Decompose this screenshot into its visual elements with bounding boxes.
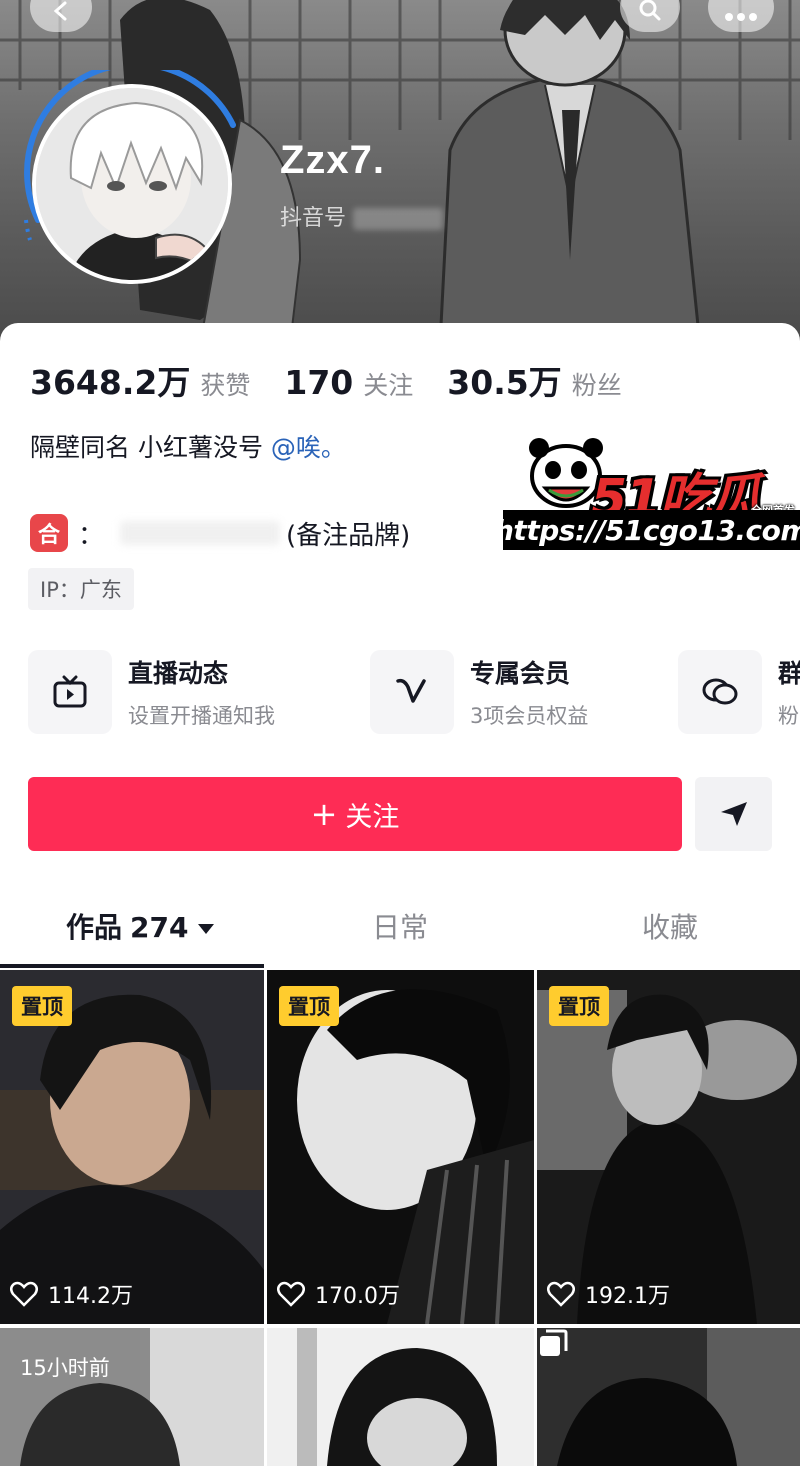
bio-mention-link[interactable]: @唉。 [271, 433, 346, 462]
feature-group[interactable]: 群 粉 [678, 650, 800, 734]
video-thumbnail[interactable]: 置顶 192.1万 [537, 970, 800, 1324]
feature-title: 群 [778, 659, 800, 688]
video-thumbnail[interactable] [537, 1328, 800, 1466]
tab-label: 收藏 [642, 911, 699, 944]
feature-icon-box [678, 650, 762, 734]
video-thumbnail[interactable]: 置顶 170.0万 [267, 970, 534, 1324]
likes-count: 170.0万 [315, 1284, 400, 1309]
bio-text: 隔壁同名 小红薯没号 [30, 433, 271, 462]
feature-icon-box [28, 650, 112, 734]
brand-note: (备注品牌) [286, 520, 411, 551]
plus-icon: + [310, 795, 338, 833]
send-icon [720, 802, 747, 826]
video-cover [0, 1328, 264, 1466]
douyin-id-redacted [353, 208, 444, 230]
feature-subtitle: 设置开播通知我 [128, 704, 275, 728]
caret-down-icon [198, 924, 215, 934]
v-member-icon [396, 678, 426, 703]
video-likes: 170.0万 [277, 1278, 400, 1310]
video-grid: 置顶 114.2万 置顶 170.0万 置顶 192.1万 15小时前 [0, 970, 800, 1466]
following-count[interactable]: 170 [284, 363, 353, 402]
share-button[interactable] [695, 777, 772, 851]
search-icon [639, 0, 661, 21]
video-likes: 192.1万 [547, 1278, 670, 1310]
tab-indicator [0, 964, 264, 968]
tab-label: 作品 [66, 911, 123, 944]
brand-cooperation-icon: 合 [30, 514, 68, 552]
avatar-image [36, 88, 228, 280]
following-label[interactable]: 关注 [363, 366, 413, 402]
ip-location-tag: IP：广东 [28, 568, 134, 610]
features-row: 直播动态 设置开播通知我 专属会员 3项会员权益 群 粉 [28, 650, 800, 740]
video-thumbnail[interactable] [267, 1328, 534, 1466]
video-cover [537, 1328, 800, 1466]
feature-title: 专属会员 [470, 659, 571, 688]
brand-colon: ： [78, 520, 105, 551]
douyin-id[interactable]: 抖音号 [280, 200, 444, 232]
feature-membership[interactable]: 专属会员 3项会员权益 [370, 650, 588, 734]
nickname: Zzx7. [280, 138, 386, 182]
more-dots-icon [725, 13, 757, 21]
douyin-id-label: 抖音号 [280, 206, 347, 231]
brand-row[interactable]: 合 ： (备注品牌) [30, 514, 410, 552]
tv-icon [53, 675, 87, 708]
heart-icon [277, 1281, 305, 1307]
site-watermark: 51吃瓜 全网首发 https://51cgo13.com [494, 432, 800, 550]
content-tabs: 作品 274 日常 收藏 [0, 888, 800, 968]
video-likes: 114.2万 [10, 1278, 133, 1310]
stats-row: 3648.2万 获赞 170 关注 30.5万 粉丝 [30, 356, 656, 404]
followers-label[interactable]: 粉丝 [572, 366, 622, 402]
video-cover [267, 1328, 534, 1466]
feature-live[interactable]: 直播动态 设置开播通知我 [28, 650, 275, 734]
tab-daily[interactable]: 日常 [372, 906, 428, 946]
follow-button[interactable]: + 关注 [28, 777, 682, 851]
likes-count: 192.1万 [585, 1284, 670, 1309]
follow-label: 关注 [345, 801, 400, 833]
heart-icon [10, 1281, 38, 1307]
tab-works[interactable]: 作品 274 [66, 906, 215, 946]
pinned-badge: 置顶 [549, 986, 609, 1026]
tab-favorites[interactable]: 收藏 [642, 906, 698, 946]
bio: 隔壁同名 小红薯没号 @唉。 [30, 428, 346, 464]
video-thumbnail[interactable]: 置顶 114.2万 [0, 970, 264, 1324]
back-arrow-icon [53, 1, 67, 21]
tab-label: 日常 [372, 911, 429, 944]
pinned-badge: 置顶 [279, 986, 339, 1026]
brand-redacted [120, 521, 281, 545]
group-chat-icon [702, 678, 738, 705]
heart-icon [547, 1281, 575, 1307]
likes-label: 获赞 [200, 371, 251, 400]
likes-count: 3648.2万 [30, 363, 191, 402]
feature-subtitle: 粉 [778, 704, 799, 728]
likes-count: 114.2万 [48, 1284, 133, 1309]
tab-count: 274 [130, 911, 189, 944]
feature-title: 直播动态 [128, 659, 229, 688]
followers-count[interactable]: 30.5万 [447, 356, 561, 404]
feature-subtitle: 3项会员权益 [470, 704, 589, 728]
watermark-url: https://51cgo13.com [494, 510, 800, 550]
feature-icon-box [370, 650, 454, 734]
multi-image-icon [540, 1329, 568, 1356]
avatar[interactable] [32, 84, 232, 284]
post-time-badge: 15小时前 [20, 1356, 110, 1380]
video-thumbnail[interactable]: 15小时前 [0, 1328, 264, 1466]
pinned-badge: 置顶 [12, 986, 72, 1026]
profile-banner: Zzx7. 抖音号 [0, 0, 800, 345]
avatar-container[interactable] [18, 70, 244, 296]
